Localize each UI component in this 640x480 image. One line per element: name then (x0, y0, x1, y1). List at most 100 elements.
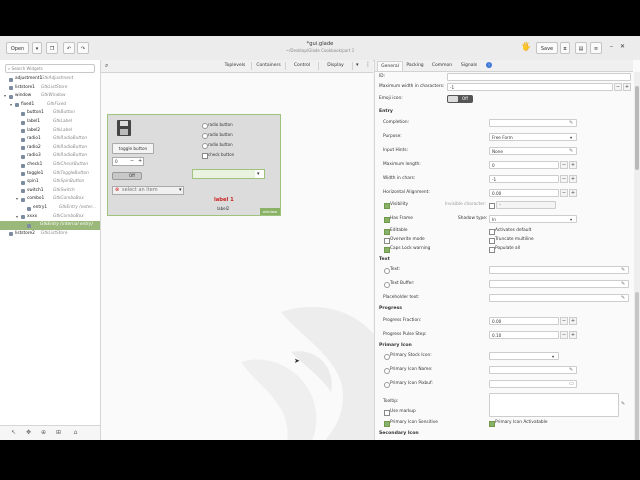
minimize-icon[interactable]: – (610, 43, 613, 50)
tree-item[interactable]: label1 GtkLabel (0, 118, 100, 127)
tab-signals[interactable]: Signals (457, 61, 481, 70)
tab-control[interactable]: Control (286, 62, 319, 70)
tab-display[interactable]: Display (319, 62, 353, 70)
save-button[interactable]: Save (536, 42, 558, 54)
tab-accessibility[interactable]: i (483, 61, 495, 70)
max-width-increment[interactable]: + (623, 83, 631, 91)
tree-item[interactable]: GtkEntry (internal entry) (0, 221, 100, 230)
chevron-down-icon[interactable]: ▾ (257, 170, 260, 178)
max-width-field[interactable]: -1 (447, 83, 613, 91)
menu-button[interactable]: ≡ (590, 42, 602, 54)
window-preview[interactable]: toggle button 0 − + Off ⊗ select an item… (107, 114, 281, 216)
progress-fraction-increment[interactable]: + (569, 317, 577, 325)
inspector-icon[interactable]: 🖐 (521, 43, 531, 51)
progress-pulse-field[interactable]: 0.10 (489, 331, 559, 339)
purpose-select[interactable]: Free Form ▾ (489, 133, 577, 141)
margin-icon[interactable]: ⊕ (40, 429, 47, 436)
expander-icon[interactable]: ▾ (4, 92, 6, 101)
edit-icon[interactable]: ✎ (569, 120, 575, 126)
tab-general[interactable]: General (377, 61, 403, 71)
h-align-increment[interactable]: + (569, 189, 577, 197)
tree-item[interactable]: spin1 GtkSpinButton (0, 178, 100, 187)
tree-item[interactable]: ▾ xxxx GtkComboBox (0, 213, 100, 222)
primary-stock-select[interactable]: ▾ (489, 352, 559, 360)
text-field[interactable] (489, 266, 629, 274)
invisible-char-field[interactable]: * (496, 201, 556, 209)
tab-containers[interactable]: Containers (252, 62, 286, 70)
tree-item[interactable]: toggle1 GtkToggleButton (0, 170, 100, 179)
preview-button[interactable]: ⧖ (560, 42, 570, 54)
tree-item[interactable]: adjustment1 GtkAdjustment (0, 75, 100, 84)
minus-icon[interactable]: − (130, 158, 134, 164)
expander-icon[interactable]: ▾ (10, 101, 12, 110)
invisible-char-checkbox[interactable] (489, 203, 495, 209)
entry-field[interactable] (193, 170, 255, 178)
edit-icon[interactable]: ✎ (569, 367, 575, 373)
placeholder-field[interactable] (489, 294, 629, 302)
properties-button[interactable]: ▤ (575, 42, 587, 54)
id-field[interactable] (447, 73, 631, 81)
tooltip-field[interactable] (489, 393, 619, 417)
tree-item[interactable]: button1 GtkButton (0, 109, 100, 118)
properties-scrollbar[interactable] (634, 72, 640, 440)
edit-icon[interactable]: ✎ (621, 295, 627, 301)
tree-item[interactable]: radio2 GtkRadioButton (0, 144, 100, 153)
edit-icon[interactable]: ✎ (621, 267, 627, 273)
inspect-icon[interactable]: ⌂ (72, 429, 79, 436)
tree-item[interactable]: ▾ fixed1 GtkFixed (0, 101, 100, 110)
tree-item[interactable]: ▾ window GtkWindow (0, 92, 100, 101)
progress-pulse-increment[interactable]: + (569, 331, 577, 339)
progress-pulse-decrement[interactable]: − (560, 331, 568, 339)
tree-item[interactable]: check1 GtkCheckButton (0, 161, 100, 170)
drag-resize-icon[interactable]: ✥ (25, 429, 32, 436)
expander-icon[interactable]: ▾ (16, 213, 18, 222)
tree-item[interactable]: liststore1 GtkListStore (0, 84, 100, 93)
completion-field[interactable] (489, 119, 577, 127)
tree-item[interactable]: ▾ combo1 GtkComboBox (0, 195, 100, 204)
text-buffer-field[interactable] (489, 280, 629, 288)
width-chars-increment[interactable]: + (569, 175, 577, 183)
more-icon[interactable]: ▾ (356, 62, 359, 68)
tree-item[interactable]: entry1 GtkEntry (exter... (0, 204, 100, 213)
spin-button[interactable]: 0 − + (112, 157, 144, 166)
tree-item[interactable]: radio3 GtkRadioButton (0, 152, 100, 161)
h-align-field[interactable]: 0.00 (489, 189, 559, 197)
plus-icon[interactable]: + (138, 158, 142, 164)
shadow-type-select[interactable]: In ▾ (489, 215, 577, 223)
align-icon[interactable]: ⊞ (55, 429, 62, 436)
input-hints-field[interactable]: None (489, 147, 577, 155)
tree-item[interactable]: liststore2 GtkListStore (0, 230, 100, 239)
edit-icon[interactable]: ✎ (621, 281, 627, 287)
edit-icon[interactable]: ✎ (569, 148, 575, 154)
width-chars-decrement[interactable]: − (560, 175, 568, 183)
entry-combo[interactable]: ▾ (192, 169, 265, 179)
max-length-increment[interactable]: + (569, 161, 577, 169)
combo-box[interactable]: ⊗ select an item ▾ (112, 186, 184, 195)
max-length-decrement[interactable]: − (560, 161, 568, 169)
folder-icon[interactable]: ▭ (569, 381, 575, 387)
emoji-switch[interactable]: Off (447, 95, 473, 103)
width-chars-field[interactable]: -1 (489, 175, 559, 183)
max-length-field[interactable]: 0 (489, 161, 559, 169)
search-icon[interactable]: ⌕ (105, 62, 108, 70)
pointer-icon[interactable]: ↖ (10, 429, 17, 436)
menu-icon[interactable]: ⋮ (365, 61, 371, 68)
tree-item[interactable]: switch1 GtkSwitch (0, 187, 100, 196)
close-icon[interactable]: ✕ (620, 43, 625, 50)
tree-item[interactable]: radio1 GtkRadioButton (0, 135, 100, 144)
tab-common[interactable]: Common (429, 61, 455, 70)
primary-icon-name-field[interactable] (489, 366, 577, 374)
progress-fraction-field[interactable]: 0.00 (489, 317, 559, 325)
switch[interactable]: Off (112, 172, 142, 180)
primary-pixbuf-field[interactable] (489, 380, 577, 388)
edit-icon[interactable]: ✎ (621, 401, 627, 407)
tab-packing[interactable]: Packing (403, 61, 427, 70)
progress-fraction-decrement[interactable]: − (560, 317, 568, 325)
toggle-button[interactable]: toggle button (112, 143, 154, 154)
tree-item[interactable]: label2 GtkLabel (0, 127, 100, 136)
tab-toplevels[interactable]: Toplevels (219, 62, 252, 70)
h-align-decrement[interactable]: − (560, 189, 568, 197)
expander-icon[interactable]: ▾ (16, 195, 18, 204)
max-width-decrement[interactable]: − (614, 83, 622, 91)
search-widgets-input[interactable]: ⌕ Search Widgets (5, 64, 95, 73)
